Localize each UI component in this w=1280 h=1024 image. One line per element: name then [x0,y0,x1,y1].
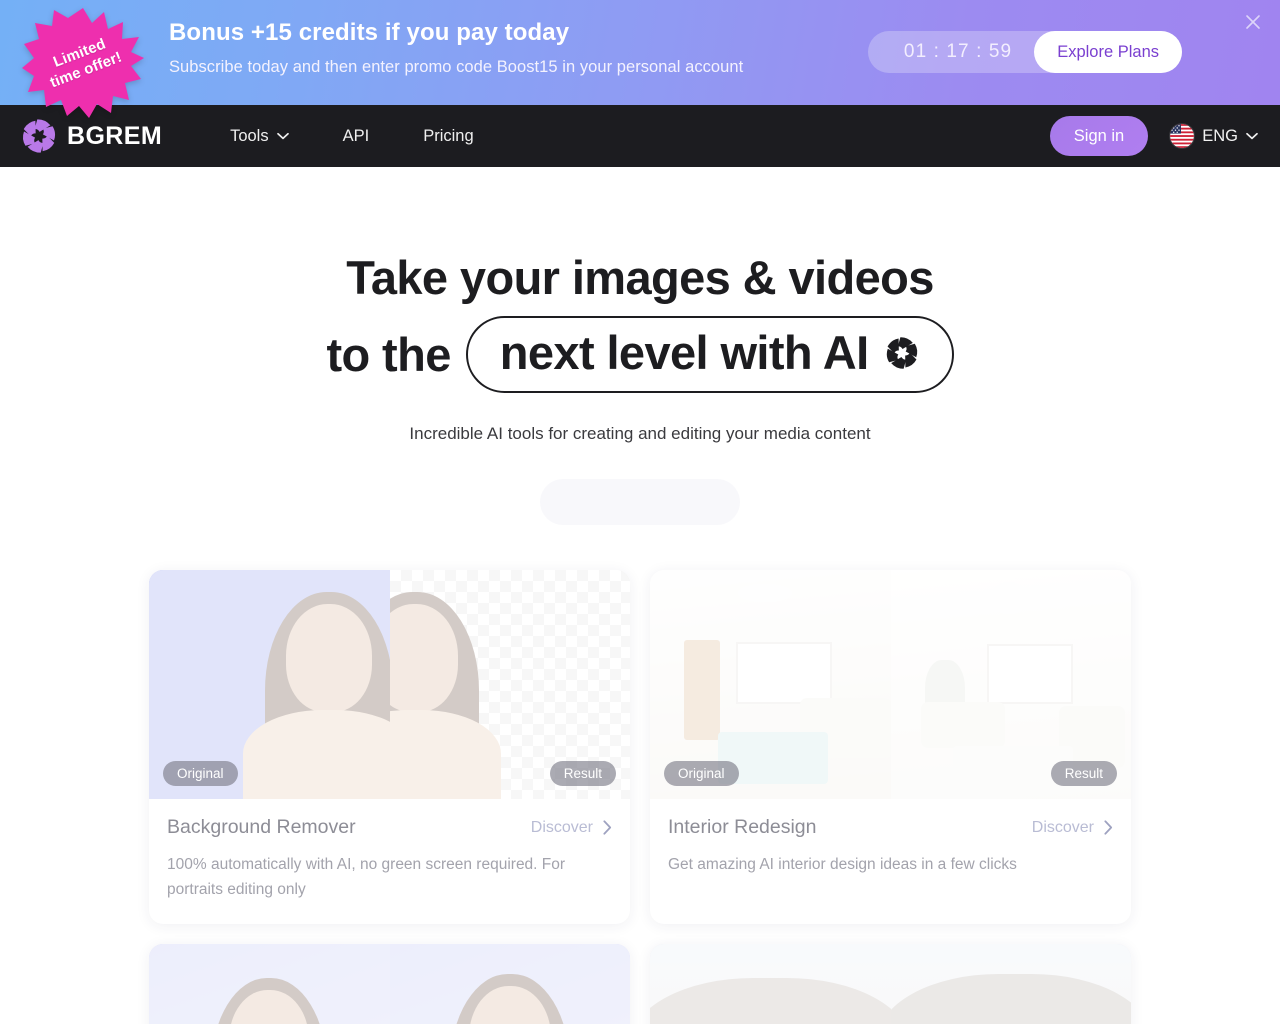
limited-time-offer-badge: Limited time offer! [22,6,144,118]
media-result: Result [890,570,1131,799]
headline-pill-label: next level with AI [499,326,869,379]
hero-section: Take your images & videos to the next le… [0,167,1280,525]
page-title: Take your images & videos to the next le… [0,240,1280,393]
card-body: Interior Redesign Discover Get amazing A… [650,799,1131,899]
media-result [890,944,1131,1024]
chevron-down-icon [1246,132,1258,140]
chevron-right-icon [603,820,612,835]
discover-label: Discover [1031,818,1094,836]
card-title: Interior Redesign [668,816,817,838]
aperture-icon [23,119,55,153]
wardrobe [684,640,720,740]
hero-cta-wrap: Explore All Tools [0,479,1280,525]
badge-original: Original [664,761,739,786]
brand-name: BGREM [67,121,163,150]
nav-item-api-label: API [342,126,370,145]
explore-all-tools-button[interactable]: Explore All Tools [539,479,741,525]
window [986,644,1073,704]
nav-right-group: Sign in ENG [1049,116,1258,156]
close-icon[interactable] [1240,9,1266,35]
discover-link[interactable]: Discover [1032,819,1113,837]
tools-grid: Original Result Background Remover Disco… [149,570,1131,1024]
tool-card-portrait-retouch[interactable] [149,944,630,1024]
card-media: Original Result [149,570,630,799]
promo-banner: Limited time offer! Bonus +15 credits if… [0,0,1280,118]
card-head: Interior Redesign Discover [668,816,1113,839]
language-label: ENG [1202,126,1238,145]
media-result [389,944,630,1024]
card-head: Background Remover Discover [167,816,612,839]
badge-result: Result [549,761,616,786]
sign-in-button[interactable]: Sign in [1049,116,1149,156]
nav-item-api[interactable]: API [316,127,397,146]
tool-card-landscape[interactable] [650,944,1131,1024]
promo-actions: 01 : 17 : 59 Explore Plans [867,31,1182,73]
media-original [650,944,891,1024]
promo-title: Bonus +15 credits if you pay today [169,19,570,46]
ceiling-lamp [738,584,792,602]
window [736,642,832,704]
card-title: Background Remover [167,816,356,838]
card-description: Get amazing AI interior design ideas in … [668,856,1017,873]
card-media: Original Result [650,570,1131,799]
chandelier [990,582,1027,614]
discover-link[interactable]: Discover [531,819,612,837]
card-media [149,944,630,1024]
badge-result: Result [1050,761,1117,786]
media-original [149,944,390,1024]
headline-line-2: to the next level with AI [0,316,1280,393]
brand-logo[interactable]: BGREM [20,117,162,155]
portrait-head [286,604,373,712]
language-selector[interactable]: ENG [1170,124,1258,148]
portrait-body [243,710,390,799]
explore-plans-button[interactable]: Explore Plans [1034,31,1182,73]
hero-subtitle: Incredible AI tools for creating and edi… [409,424,871,443]
countdown-timer: 01 : 17 : 59 [903,41,1013,62]
sofa [920,702,1005,748]
badge-original: Original [163,761,238,786]
headline-prefix: to the [326,327,451,381]
headline-line-1: Take your images & videos [346,251,934,304]
chevron-right-icon [1104,820,1113,835]
nav-item-pricing-label: Pricing [423,126,474,145]
media-original: Original [650,570,891,799]
media-original: Original [149,570,390,799]
promo-text-block: Bonus +15 credits if you pay today Subsc… [169,17,743,80]
nav-item-tools[interactable]: Tools [203,127,316,146]
card-media [650,944,1131,1024]
media-result: Result [389,570,630,799]
promo-subtitle: Subscribe today and then enter promo cod… [169,58,744,76]
main-navbar: BGREM Tools API Pricing Sign in ENG [0,105,1280,167]
aperture-icon [886,337,917,369]
nav-item-tools-label: Tools [230,126,269,145]
us-flag-icon [1170,124,1195,148]
discover-label: Discover [530,818,593,836]
nav-item-pricing[interactable]: Pricing [396,127,500,146]
tool-card-background-remover[interactable]: Original Result Background Remover Disco… [149,570,630,924]
starburst-icon [22,8,144,118]
headline-pill: next level with AI [465,316,954,393]
card-body: Background Remover Discover 100% automat… [149,799,630,924]
card-description: 100% automatically with AI, no green scr… [167,856,566,898]
nav-links: Tools API Pricing [203,127,501,146]
tool-card-interior-redesign[interactable]: Original Result Interior Redesign Discov… [650,570,1131,924]
chevron-down-icon [276,132,289,140]
